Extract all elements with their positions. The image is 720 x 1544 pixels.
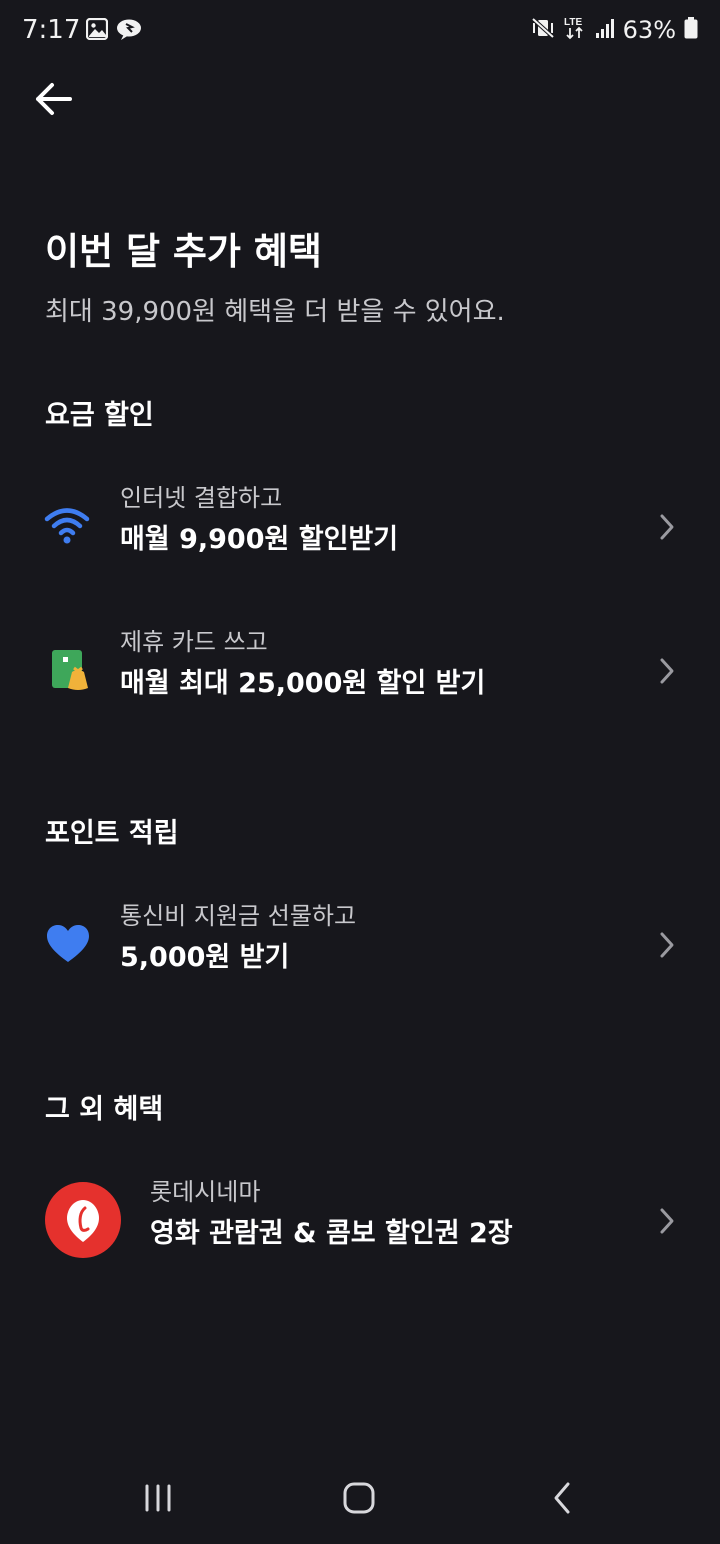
lte-icon: LTE — [563, 15, 587, 45]
signal-icon — [595, 18, 615, 42]
benefit-item-subtitle: 제휴 카드 쓰고 — [120, 628, 268, 656]
home-button[interactable] — [329, 1470, 389, 1530]
lotte-cinema-logo — [45, 1182, 121, 1258]
benefit-item-title: 매월 9,900원 할인받기 — [120, 524, 399, 555]
benefit-item-text: 인터넷 결합하고 매월 9,900원 할인받기 — [120, 480, 398, 562]
section-heading-points: 포인트 적립 — [45, 818, 179, 849]
status-time: 7:17 — [22, 15, 81, 45]
system-navigation-bar — [0, 1440, 720, 1544]
heart-icon — [46, 922, 90, 966]
battery-percent: 63% — [622, 16, 676, 44]
benefit-item-title: 영화 관람권 & 콤보 할인권 2장 — [150, 1218, 513, 1249]
vibrate-mute-icon — [531, 17, 555, 43]
benefit-item-gift-subsidy[interactable]: 통신비 지원금 선물하고 5,000원 받기 — [0, 898, 720, 1008]
status-notification-icons — [85, 17, 144, 44]
benefit-item-internet-bundle[interactable]: 인터넷 결합하고 매월 9,900원 할인받기 — [0, 480, 720, 590]
benefit-item-lotte-cinema[interactable]: 롯데시네마 영화 관람권 & 콤보 할인권 2장 — [0, 1174, 720, 1284]
benefit-item-partner-card[interactable]: 제휴 카드 쓰고 매월 최대 25,000원 할인 받기 — [0, 624, 720, 734]
benefit-item-text: 롯데시네마 영화 관람권 & 콤보 할인권 2장 — [150, 1174, 513, 1256]
svg-text:LTE: LTE — [564, 17, 582, 28]
battery-icon — [684, 17, 698, 43]
status-bar: 7:17 LTE 63% — [0, 0, 720, 62]
nav-back-button[interactable] — [532, 1470, 592, 1530]
benefit-item-title: 매월 최대 25,000원 할인 받기 — [120, 668, 486, 699]
chevron-right-icon — [656, 656, 678, 686]
benefit-item-text: 통신비 지원금 선물하고 5,000원 받기 — [120, 898, 356, 980]
benefit-item-subtitle: 인터넷 결합하고 — [120, 484, 283, 512]
wifi-icon — [44, 502, 90, 548]
chevron-right-icon — [656, 930, 678, 960]
recent-apps-button[interactable] — [128, 1470, 188, 1530]
benefit-item-subtitle: 롯데시네마 — [150, 1178, 261, 1206]
page-title: 이번 달 추가 혜택 — [45, 230, 322, 273]
page-subtitle: 최대 39,900원 혜택을 더 받을 수 있어요. — [45, 297, 505, 327]
back-icon — [551, 1481, 573, 1519]
back-button[interactable] — [30, 78, 76, 124]
status-system-icons: LTE 63% — [531, 14, 698, 46]
home-icon — [343, 1482, 375, 1518]
section-heading-discount: 요금 할인 — [45, 400, 154, 431]
benefit-item-text: 제휴 카드 쓰고 매월 최대 25,000원 할인 받기 — [120, 624, 485, 706]
arrow-left-icon — [33, 81, 73, 121]
gallery-icon — [85, 17, 109, 44]
section-heading-other: 그 외 혜택 — [45, 1094, 164, 1125]
chat-bubble-icon — [116, 18, 144, 44]
chevron-right-icon — [656, 1206, 678, 1236]
recent-apps-icon — [143, 1484, 173, 1516]
benefit-item-title: 5,000원 받기 — [120, 942, 290, 973]
benefit-item-subtitle: 통신비 지원금 선물하고 — [120, 902, 357, 930]
chevron-right-icon — [656, 512, 678, 542]
card-coin-icon — [50, 648, 94, 692]
